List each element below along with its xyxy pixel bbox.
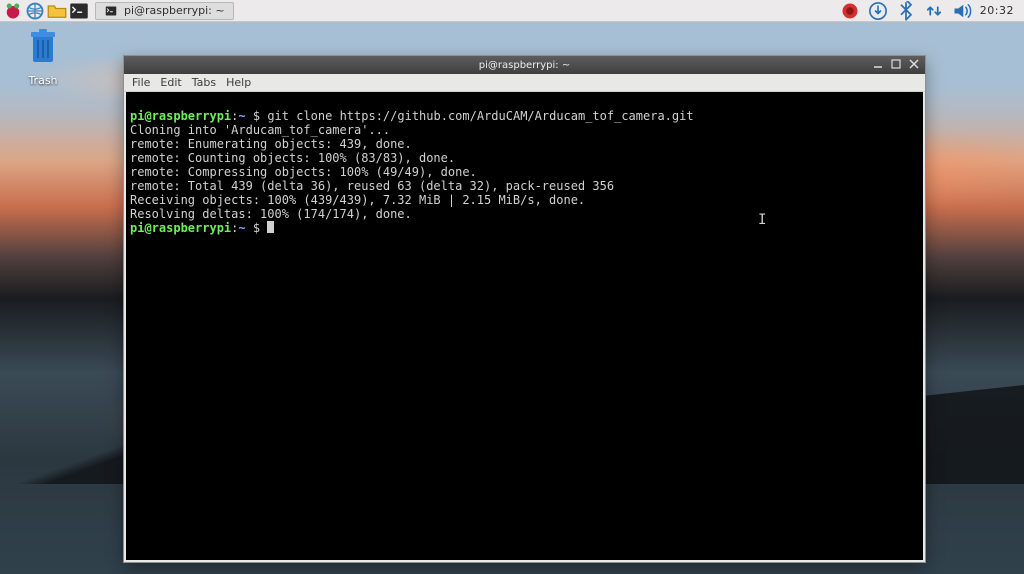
prompt-user: pi@raspberrypi bbox=[130, 109, 231, 123]
prompt-symbol: $ bbox=[253, 109, 260, 123]
window-minimize-button[interactable] bbox=[871, 58, 885, 70]
terminal-command: git clone https://github.com/ArduCAM/Ard… bbox=[267, 109, 693, 123]
window-title: pi@raspberrypi: ~ bbox=[479, 60, 570, 71]
file-manager-icon[interactable] bbox=[47, 2, 67, 20]
window-maximize-button[interactable] bbox=[889, 58, 903, 70]
terminal-icon bbox=[104, 5, 118, 17]
terminal-output-line: Resolving deltas: 100% (174/174), done. bbox=[130, 207, 412, 221]
terminal-launcher-icon[interactable] bbox=[69, 2, 89, 20]
desktop-icon-trash[interactable]: Trash bbox=[18, 28, 68, 87]
taskbar-item-terminal[interactable]: pi@raspberrypi: ~ bbox=[95, 2, 234, 20]
menu-file[interactable]: File bbox=[132, 76, 150, 89]
prompt-path: ~ bbox=[238, 109, 245, 123]
menu-raspberry-icon[interactable] bbox=[3, 2, 23, 20]
window-close-button[interactable] bbox=[907, 58, 921, 70]
network-icon[interactable] bbox=[924, 2, 944, 20]
prompt-symbol: $ bbox=[253, 221, 260, 235]
terminal-output-line: Cloning into 'Arducam_tof_camera'... bbox=[130, 123, 390, 137]
taskbar-item-label: pi@raspberrypi: ~ bbox=[124, 4, 225, 17]
menu-tabs[interactable]: Tabs bbox=[192, 76, 216, 89]
terminal-window: pi@raspberrypi: ~ File Edit Tabs Help pi… bbox=[123, 55, 926, 563]
bluetooth-icon[interactable] bbox=[896, 2, 916, 20]
terminal-content[interactable]: pi@raspberrypi:~ $ git clone https://git… bbox=[126, 92, 923, 560]
window-menubar: File Edit Tabs Help bbox=[124, 74, 925, 92]
terminal-output-line: Receiving objects: 100% (439/439), 7.32 … bbox=[130, 193, 585, 207]
menu-help[interactable]: Help bbox=[226, 76, 251, 89]
cursor-block-icon bbox=[267, 221, 274, 233]
browser-icon[interactable] bbox=[25, 2, 45, 20]
download-icon[interactable] bbox=[868, 2, 888, 20]
window-titlebar[interactable]: pi@raspberrypi: ~ bbox=[124, 56, 925, 74]
desktop-icon-label: Trash bbox=[18, 74, 68, 87]
prompt-user: pi@raspberrypi bbox=[130, 221, 231, 235]
clock[interactable]: 20:32 bbox=[980, 4, 1014, 17]
menu-edit[interactable]: Edit bbox=[160, 76, 181, 89]
terminal-output-line: remote: Total 439 (delta 36), reused 63 … bbox=[130, 179, 614, 193]
prompt-path: ~ bbox=[238, 221, 245, 235]
volume-icon[interactable] bbox=[952, 2, 972, 20]
terminal-output-line: remote: Counting objects: 100% (83/83), … bbox=[130, 151, 455, 165]
top-panel: pi@raspberrypi: ~ 20:32 bbox=[0, 0, 1024, 22]
terminal-output-line: remote: Compressing objects: 100% (49/49… bbox=[130, 165, 477, 179]
trash-icon bbox=[26, 28, 60, 68]
mouse-text-cursor-icon: I bbox=[758, 213, 766, 227]
terminal-output-line: remote: Enumerating objects: 439, done. bbox=[130, 137, 412, 151]
record-icon[interactable] bbox=[840, 2, 860, 20]
